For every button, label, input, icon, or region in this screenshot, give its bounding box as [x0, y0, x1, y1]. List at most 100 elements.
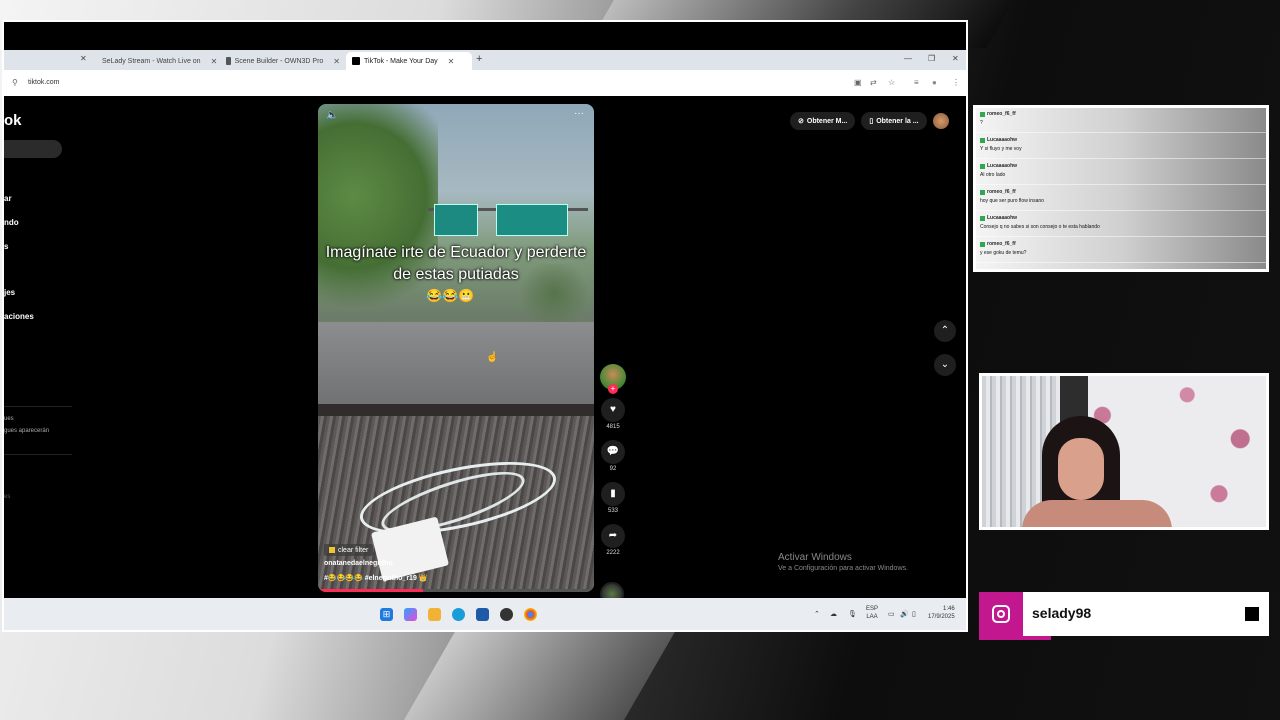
effect-tag[interactable]: clear filter: [324, 544, 374, 556]
sidebar-suggestion-text: ues: [4, 416, 14, 422]
onedrive-icon[interactable]: ☁: [830, 610, 837, 618]
volume-icon[interactable]: 🔈: [326, 110, 338, 121]
webcam-feed: [979, 373, 1269, 530]
tab-kick[interactable]: SeLady Stream - Watch Live on ✕: [92, 52, 220, 70]
effect-icon: [329, 547, 335, 553]
get-coins-label: Obtener M...: [806, 117, 848, 125]
chat-text: Consejo q no sabes si son consejo o te e…: [980, 224, 1100, 230]
maximize-icon[interactable]: ❐: [928, 54, 935, 63]
extensions-icon[interactable]: ≡: [914, 78, 919, 87]
video-frame-trees: [318, 104, 438, 334]
sidebar-nav-item[interactable]: ar: [4, 194, 12, 203]
save-action: ▮ 533: [601, 482, 625, 514]
follow-plus-icon[interactable]: +: [608, 384, 618, 394]
bookmark-icon[interactable]: ▮: [601, 482, 625, 506]
user-badge-icon: [980, 137, 985, 143]
chat-username: Lucaaaaohw: [987, 215, 1018, 221]
tray-chevron-icon[interactable]: ⌃: [814, 610, 820, 618]
chat-username: romeo_f6_ff: [987, 241, 1016, 247]
video-frame-road: [318, 322, 594, 412]
own3d-icon: [226, 57, 231, 65]
get-app-button[interactable]: ▯ Obtener la ...: [861, 112, 927, 130]
get-coins-button[interactable]: ⊘ Obtener M...: [790, 112, 856, 130]
video-author[interactable]: onatanedaelnegritho: [324, 560, 393, 567]
system-clock[interactable]: 1:46 17/9/2025: [928, 605, 955, 621]
close-icon[interactable]: ✕: [448, 57, 455, 66]
store-icon[interactable]: [476, 608, 489, 621]
obs-icon[interactable]: [500, 608, 513, 621]
tab-label: Scene Builder - OWN3D Pro: [234, 57, 324, 65]
chat-overlay: romeo_f6_ff ? Lucaaaaohw Y si fluyo y me…: [973, 105, 1269, 272]
chat-text: Al otro lado: [980, 172, 1006, 178]
address-bar: ⚲ tiktok.com ▣ ⇄ ☆ ≡ ● ⋮: [4, 70, 966, 96]
instagram-handle: selady98: [1032, 605, 1092, 621]
sidebar-divider: [4, 454, 72, 455]
tiktok-icon: [352, 57, 360, 65]
video-hashtags[interactable]: #😂😂😂😂 #elnegritho_r19 👑: [324, 574, 428, 582]
chrome-icon[interactable]: [524, 608, 537, 621]
window-close-icon[interactable]: ✕: [952, 54, 959, 63]
like-action: ♥ 4815: [601, 398, 625, 430]
browser-tab-strip: ✕ SeLady Stream - Watch Live on ✕ Scene …: [4, 50, 966, 70]
sidebar-nav-item[interactable]: ndo: [4, 218, 19, 227]
tab-close-icon[interactable]: ✕: [80, 54, 87, 63]
search-input[interactable]: [4, 140, 62, 158]
display-icon[interactable]: ▭: [888, 610, 895, 618]
user-badge-icon: [980, 111, 985, 117]
windows-start-icon[interactable]: ⊞: [380, 608, 393, 621]
close-icon[interactable]: ✕: [333, 57, 340, 66]
file-explorer-icon[interactable]: [428, 608, 441, 621]
tab-label: SeLady Stream - Watch Live on: [102, 57, 201, 65]
translate-icon[interactable]: ⇄: [870, 78, 877, 87]
menu-kebab-icon[interactable]: ⋮: [952, 78, 960, 87]
edge-icon[interactable]: [452, 608, 465, 621]
save-count: 533: [607, 508, 618, 514]
chat-username: romeo_f6_ff: [987, 111, 1016, 117]
tab-tiktok[interactable]: TikTok - Make Your Day ✕: [346, 52, 472, 70]
install-app-icon[interactable]: ▣: [854, 78, 862, 87]
sidebar-nav-item[interactable]: aciones: [4, 312, 34, 321]
sidebar-nav-item[interactable]: jes: [4, 288, 15, 297]
user-badge-icon: [980, 215, 985, 221]
chevron-up-icon[interactable]: ⌃: [934, 320, 956, 342]
effect-label: clear filter: [338, 546, 369, 554]
mouse-cursor-icon: ☝: [486, 352, 499, 363]
profile-icon[interactable]: ●: [932, 78, 937, 87]
clock-time: 1:46: [943, 606, 955, 612]
webcam-person-body: [1022, 500, 1172, 527]
chat-message: romeo_f6_ff ?: [976, 108, 1266, 133]
sidebar-nav-item[interactable]: s: [4, 242, 8, 251]
heart-icon[interactable]: ♥: [601, 398, 625, 422]
chat-username: Lucaaaaohw: [987, 137, 1018, 143]
share-icon[interactable]: ➦: [601, 524, 625, 548]
video-progress-bar[interactable]: [318, 589, 594, 592]
language-indicator[interactable]: ESP LAA: [866, 605, 878, 621]
more-options-icon[interactable]: ···: [574, 108, 584, 119]
site-info-icon[interactable]: ⚲: [12, 78, 18, 87]
speaker-icon[interactable]: 🔊: [900, 610, 909, 618]
language-code: ESP: [866, 606, 879, 612]
chat-text: ?: [980, 120, 983, 126]
video-caption-emojis: 😂😂😬: [426, 288, 475, 303]
comment-icon[interactable]: 💬: [601, 440, 625, 464]
video-player[interactable]: 🔈 ··· Imagínate irte de Ecuador y perder…: [318, 104, 594, 592]
activate-windows-title: Activar Windows: [778, 552, 852, 563]
copilot-icon[interactable]: [404, 608, 417, 621]
battery-icon[interactable]: ▯: [912, 610, 916, 618]
tab-own3d[interactable]: Scene Builder - OWN3D Pro ✕: [220, 52, 346, 70]
captured-screen: ✕ SeLady Stream - Watch Live on ✕ Scene …: [2, 20, 968, 632]
url-field[interactable]: tiktok.com: [28, 79, 60, 86]
close-icon[interactable]: ✕: [211, 57, 218, 66]
sidebar-footer-text: es: [4, 494, 11, 500]
chevron-down-icon[interactable]: ⌄: [934, 354, 956, 376]
top-right-buttons: ⊘ Obtener M... ▯ Obtener la ...: [790, 112, 949, 130]
minimize-icon[interactable]: —: [904, 54, 912, 63]
instagram-accent-bar: [979, 636, 1051, 640]
microphone-icon[interactable]: 🎙: [848, 610, 857, 618]
bookmark-star-icon[interactable]: ☆: [888, 78, 895, 87]
user-avatar[interactable]: [932, 113, 949, 129]
like-count: 4815: [606, 424, 620, 430]
new-tab-icon[interactable]: +: [476, 53, 482, 65]
user-badge-icon: [980, 241, 985, 247]
tiktok-logo[interactable]: ok: [4, 112, 22, 129]
